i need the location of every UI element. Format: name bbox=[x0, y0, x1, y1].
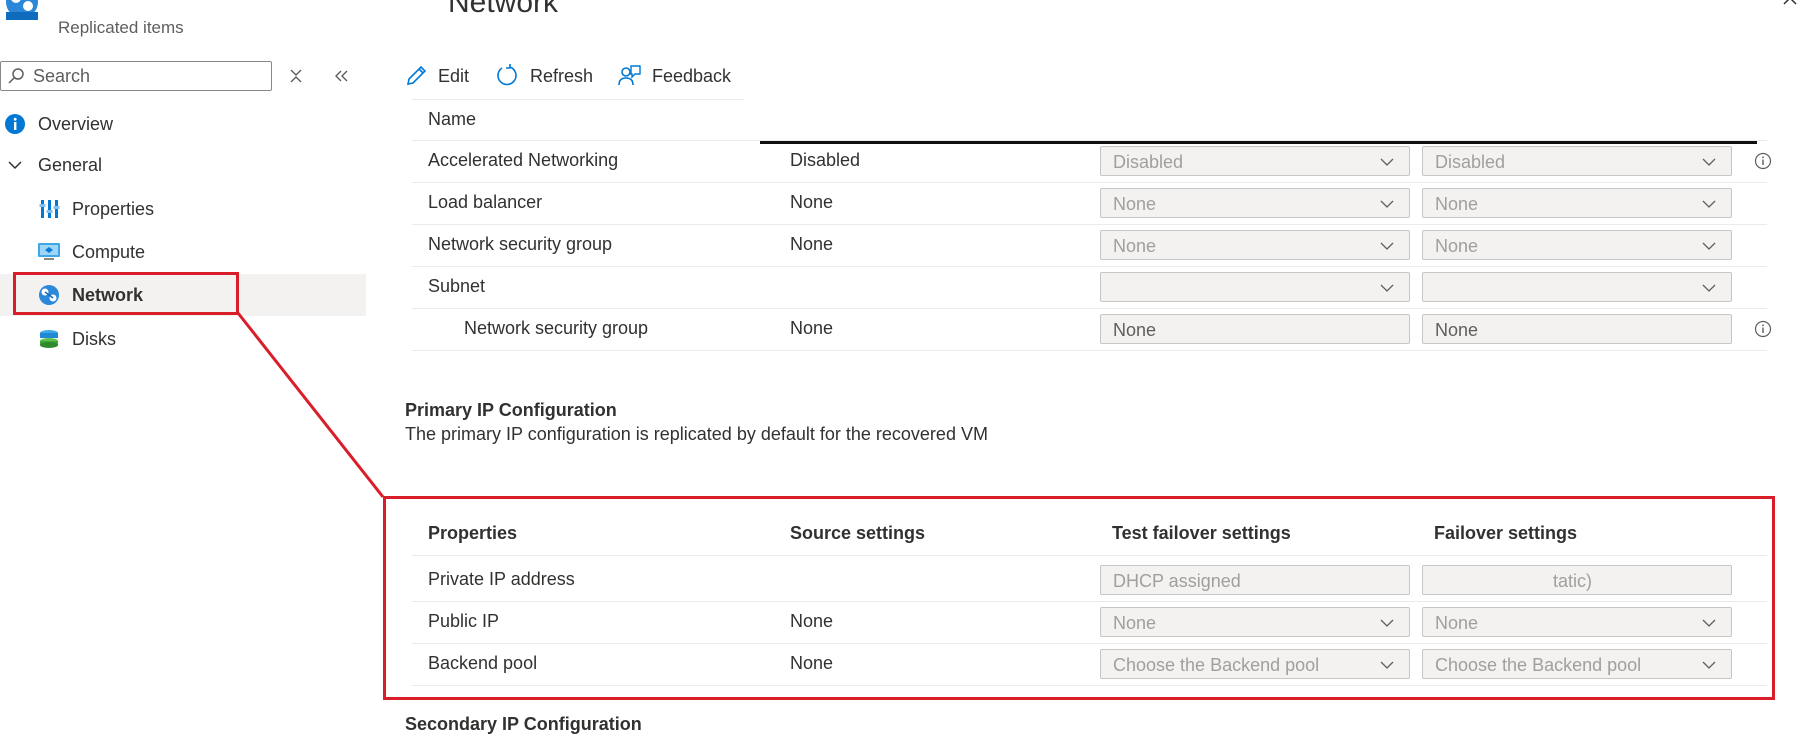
feedback-icon bbox=[618, 65, 641, 86]
chevron-down-icon bbox=[1380, 158, 1394, 166]
chevron-down-icon bbox=[1380, 200, 1394, 208]
test-failover-dropdown[interactable]: None bbox=[1100, 188, 1410, 218]
refresh-icon bbox=[497, 64, 517, 86]
test-failover-dropdown[interactable]: None bbox=[1100, 230, 1410, 260]
info-icon[interactable] bbox=[1754, 152, 1772, 170]
source-value: None bbox=[790, 234, 834, 254]
table-row-name: Name bbox=[412, 100, 1767, 141]
test-failover-field: None bbox=[1100, 314, 1410, 344]
chevron-down-icon bbox=[1702, 242, 1716, 250]
source-value: Disabled bbox=[790, 150, 861, 170]
failover-dropdown[interactable]: None bbox=[1422, 188, 1732, 218]
primary-ip-heading: Primary IP Configuration bbox=[405, 400, 617, 420]
table-row: Subnet bbox=[412, 267, 1767, 309]
secondary-ip-heading: Secondary IP Configuration bbox=[405, 714, 642, 734]
table-row: Network security group None None None bbox=[412, 225, 1767, 267]
refresh-label: Refresh bbox=[530, 65, 594, 86]
refresh-button[interactable]: Refresh bbox=[494, 60, 593, 92]
failover-dropdown[interactable]: Disabled bbox=[1422, 146, 1732, 176]
chevron-down-icon bbox=[1702, 284, 1716, 292]
table-row: Accelerated Networking Disabled Disabled… bbox=[412, 141, 1772, 183]
primary-ip-highlight-box bbox=[383, 496, 1775, 700]
info-icon[interactable] bbox=[1754, 320, 1772, 338]
edit-icon bbox=[406, 65, 427, 86]
chevron-down-icon bbox=[1702, 158, 1716, 166]
row-label: Name bbox=[428, 109, 477, 129]
chevron-down-icon bbox=[1702, 200, 1716, 208]
source-value: None bbox=[790, 318, 834, 338]
test-failover-dropdown[interactable] bbox=[1100, 272, 1410, 302]
primary-ip-description: The primary IP configuration is replicat… bbox=[405, 424, 988, 444]
row-label: Accelerated Networking bbox=[428, 150, 619, 170]
source-value: None bbox=[790, 192, 834, 212]
edit-label: Edit bbox=[438, 65, 470, 86]
row-label: Subnet bbox=[428, 276, 486, 296]
failover-dropdown[interactable] bbox=[1422, 272, 1732, 302]
chevron-down-icon bbox=[1380, 242, 1394, 250]
table-row: Network security group None None None bbox=[412, 309, 1772, 351]
feedback-label: Feedback bbox=[652, 65, 732, 86]
row-label: Network security group bbox=[464, 318, 649, 338]
chevron-down-icon bbox=[1380, 284, 1394, 292]
table-row: Load balancer None None None bbox=[412, 183, 1767, 225]
row-label: Load balancer bbox=[428, 192, 543, 212]
failover-dropdown[interactable]: None bbox=[1422, 230, 1732, 260]
row-label: Network security group bbox=[428, 234, 613, 254]
feedback-button[interactable]: Feedback bbox=[616, 60, 731, 92]
test-failover-dropdown[interactable]: Disabled bbox=[1100, 146, 1410, 176]
failover-field: None bbox=[1422, 314, 1732, 344]
edit-button[interactable]: Edit bbox=[404, 60, 469, 92]
